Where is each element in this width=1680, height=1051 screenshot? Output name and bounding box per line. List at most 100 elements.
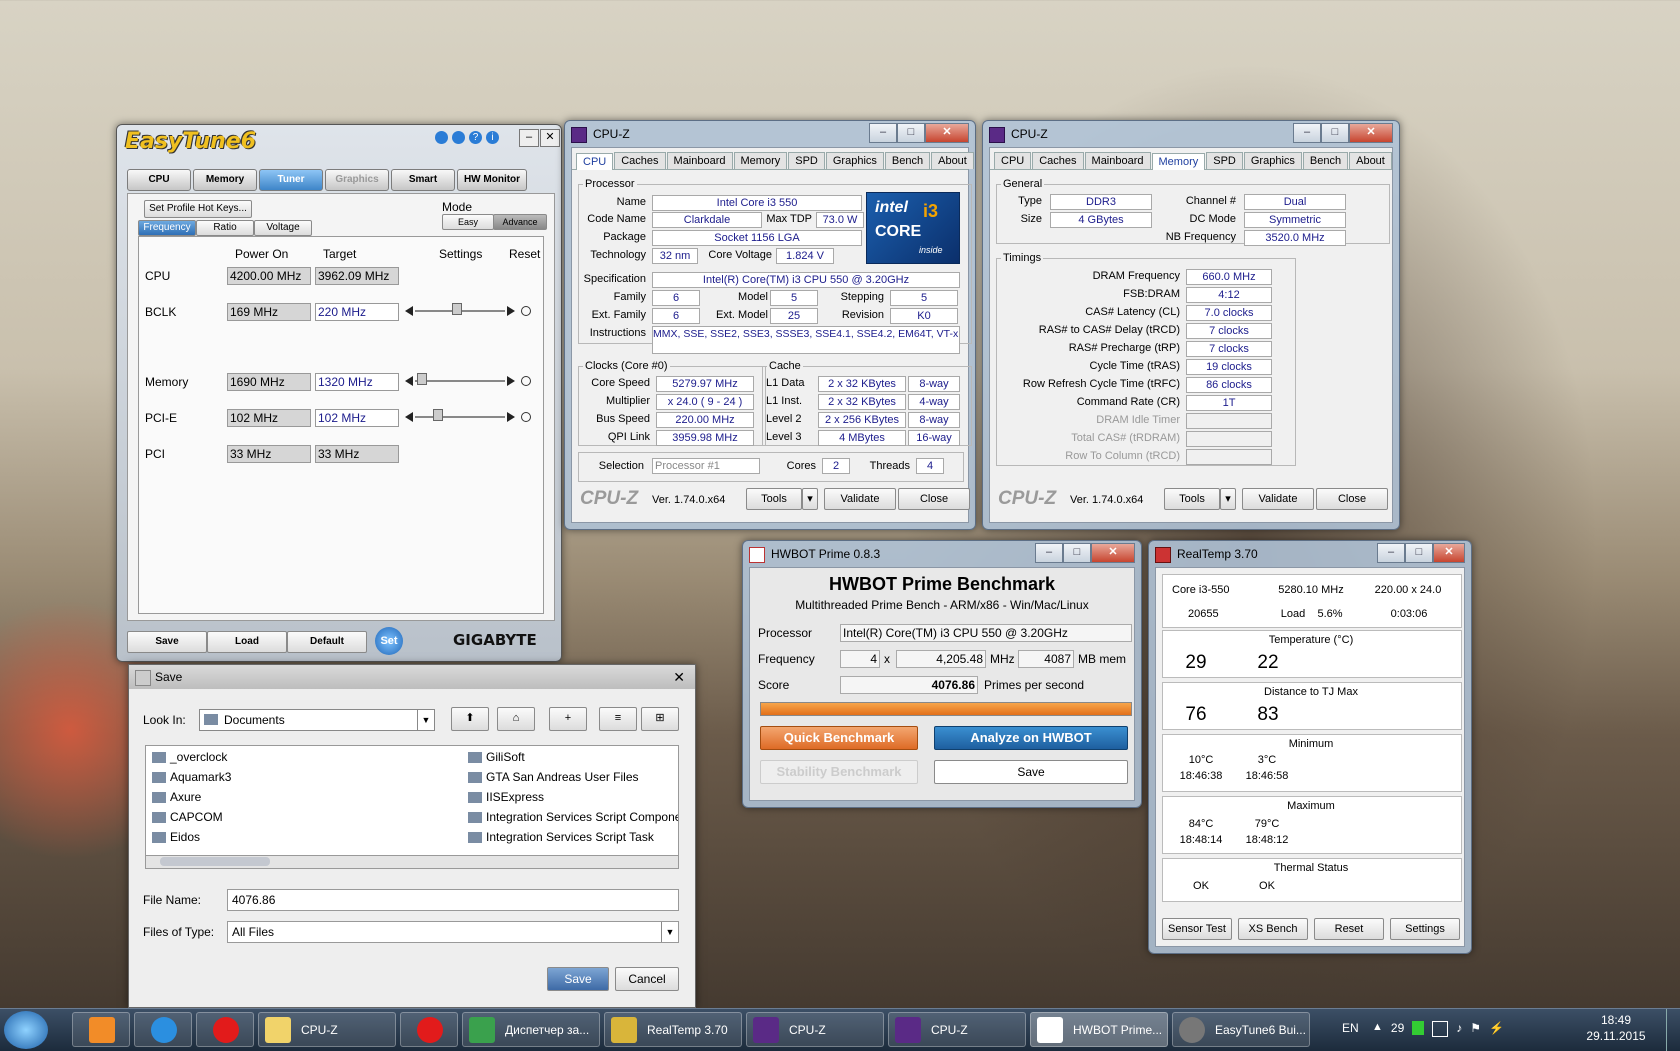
list-item[interactable]: CAPCOM [152,810,223,824]
tab-cpu[interactable]: CPU [127,169,191,191]
taskbar-cpuz-2[interactable]: CPU-Z [888,1012,1026,1047]
easytune-save-button[interactable]: Save [127,631,207,653]
list-view-button[interactable]: ≡ [599,707,637,731]
taskbar-task-manager[interactable]: Диспетчер за... [462,1012,600,1047]
close-button[interactable]: ✕ [1349,123,1393,143]
bclk-reset-radio[interactable] [521,306,531,316]
tray-realtemp-icon[interactable] [1412,1021,1425,1035]
easytune-default-button[interactable]: Default [287,631,367,653]
list-item[interactable]: Integration Services Script Task [468,830,654,844]
tools-button[interactable]: Tools [746,488,802,510]
maximize-button[interactable]: □ [897,123,925,143]
close-app-button[interactable]: Close [898,488,970,510]
close-button[interactable]: ✕ [540,129,560,147]
list-item[interactable]: Eidos [152,830,200,844]
tools-dropdown-button[interactable]: ▾ [802,488,818,510]
slider-left-arrow-icon[interactable] [405,412,413,422]
tray-volume-icon[interactable]: ♪ [1456,1021,1462,1037]
tools-button[interactable]: Tools [1164,488,1220,510]
list-item[interactable]: _overclock [152,750,227,764]
stability-benchmark-button[interactable]: Stability Benchmark [760,760,918,784]
filetype-dropdown[interactable]: All Files ▼ [227,921,679,943]
taskbar-media-player[interactable] [72,1012,130,1047]
list-item[interactable]: Axure [152,790,201,804]
mode-advance-button[interactable]: Advance [493,214,547,230]
scrollbar-thumb[interactable] [160,857,270,866]
mode-easy-button[interactable]: Easy [442,214,494,230]
minimize-button[interactable]: – [1377,543,1405,563]
tab-memory[interactable]: Memory [733,152,788,169]
taskbar-cpuz-folder[interactable]: CPU-Z [258,1012,396,1047]
chevron-down-icon[interactable]: ▼ [417,710,434,730]
xs-bench-button[interactable]: XS Bench [1238,918,1308,940]
tab-bench[interactable]: Bench [1302,152,1349,169]
file-list[interactable]: _overclock Aquamark3 Axure CAPCOM Eidos … [145,745,679,857]
subtab-frequency[interactable]: Frequency [138,220,196,236]
tab-caches[interactable]: Caches [1032,152,1084,169]
details-view-button[interactable]: ⊞ [641,707,679,731]
tools-dropdown-button[interactable]: ▾ [1220,488,1236,510]
web-icon[interactable] [452,131,465,144]
cancel-button[interactable]: Cancel [615,967,679,991]
close-button[interactable]: ✕ [1433,543,1465,563]
help-icon[interactable]: ? [469,131,482,144]
tab-about[interactable]: About [931,152,974,169]
easytune-set-button[interactable]: Set [375,627,403,655]
memory-reset-radio[interactable] [521,376,531,386]
slider-left-arrow-icon[interactable] [405,376,413,386]
taskbar-opera-2[interactable] [400,1012,458,1047]
memory-slider[interactable] [405,373,515,389]
tab-mainboard[interactable]: Mainboard [1084,152,1151,169]
slider-right-arrow-icon[interactable] [507,376,515,386]
lookin-dropdown[interactable]: Documents ▼ [199,709,435,731]
subtab-voltage[interactable]: Voltage [254,220,312,236]
maximize-button[interactable]: □ [1405,543,1433,563]
save-button[interactable]: Save [547,967,609,991]
bclk-slider[interactable] [405,303,515,319]
tray-power-icon[interactable]: ⚡ [1489,1021,1504,1037]
up-folder-button[interactable]: ⬆ [451,707,489,731]
tab-graphics[interactable]: Graphics [1243,152,1302,169]
tab-cpu[interactable]: CPU [994,152,1032,169]
slider-right-arrow-icon[interactable] [507,306,515,316]
tab-about[interactable]: About [1349,152,1392,169]
show-desktop-button[interactable] [1666,1009,1680,1051]
close-button[interactable]: ✕ [925,123,969,143]
globe-icon[interactable] [435,131,448,144]
minimize-button[interactable]: – [1293,123,1321,143]
pcie-slider-thumb[interactable] [433,409,443,421]
info-icon[interactable]: i [486,131,499,144]
minimize-button[interactable]: – [519,129,539,147]
tab-graphics[interactable]: Graphics [825,152,884,169]
list-item[interactable]: GiliSoft [468,750,525,764]
slider-left-arrow-icon[interactable] [405,306,413,316]
bclk-slider-thumb[interactable] [452,303,462,315]
tab-spd[interactable]: SPD [1206,152,1243,169]
tray-arrow-icon[interactable]: ▲ [1372,1021,1383,1037]
memory-slider-thumb[interactable] [417,373,427,385]
maximize-button[interactable]: □ [1063,543,1091,563]
tab-cpu[interactable]: CPU [576,153,614,170]
clock-date[interactable]: 29.11.2015 [1578,1029,1654,1043]
maximize-button[interactable]: □ [1321,123,1349,143]
taskbar-easytune[interactable]: EasyTune6 Bui... [1172,1012,1310,1047]
home-button[interactable]: ⌂ [497,707,535,731]
tab-caches[interactable]: Caches [614,152,666,169]
quick-benchmark-button[interactable]: Quick Benchmark [760,726,918,750]
minimize-button[interactable]: – [869,123,897,143]
list-item[interactable]: Integration Services Script Component [468,810,678,824]
tab-memory[interactable]: Memory [193,169,257,191]
chevron-down-icon[interactable]: ▼ [661,922,678,942]
start-button[interactable] [4,1011,48,1049]
taskbar-cpuz-1[interactable]: CPU-Z [746,1012,884,1047]
pcie-slider[interactable] [405,409,515,425]
close-button[interactable]: ✕ [673,665,685,689]
tab-memory[interactable]: Memory [1151,153,1206,170]
tab-smart[interactable]: Smart [391,169,455,191]
subtab-ratio[interactable]: Ratio [196,220,254,236]
list-item[interactable]: Aquamark3 [152,770,231,784]
tab-hw-monitor[interactable]: HW Monitor [457,169,527,191]
list-item[interactable]: GTA San Andreas User Files [468,770,639,784]
close-app-button[interactable]: Close [1316,488,1388,510]
tray-flag-icon[interactable]: ⚑ [1470,1021,1481,1037]
